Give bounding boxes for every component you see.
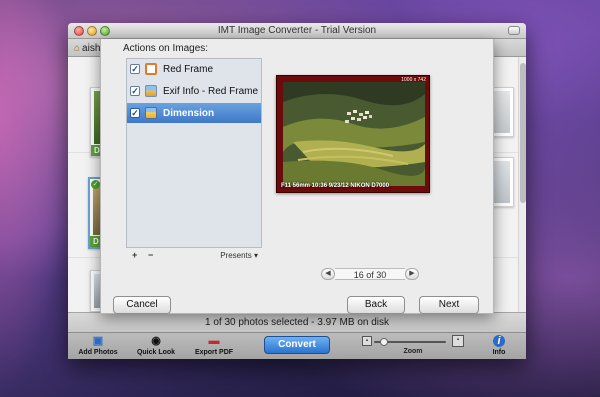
zoom-slider-knob[interactable] [380,338,388,346]
action-label: Exif Info - Red Frame [163,85,259,97]
action-checkbox[interactable]: ✓ [130,86,140,96]
add-photos-button[interactable]: ▣ Add Photos [76,335,120,356]
back-button[interactable]: Back [347,296,405,314]
pdf-icon: ▬ [208,335,220,347]
action-item-exif-info[interactable]: ✓ Exif Info - Red Frame [127,81,261,101]
zoom-window-button[interactable] [100,26,110,36]
scrollbar-thumb[interactable] [520,63,526,203]
dimension-image-icon [145,107,157,119]
remove-action-button[interactable]: − [148,250,153,260]
eye-icon: ◉ [151,335,161,347]
zoom-label: Zoom [403,348,423,355]
action-item-dimension[interactable]: ✓ Dimension [127,103,261,123]
toolbar-toggle-button[interactable] [508,26,520,35]
preview-size-tag: 1000 x 742 [401,77,426,83]
export-pdf-button[interactable]: ▬ Export PDF [190,335,238,356]
quick-look-label: Quick Look [136,349,176,356]
app-window: IMT Image Converter - Trial Version ⌂ ai… [68,23,526,359]
desktop-wallpaper [0,0,70,397]
thumbnail-image [492,161,510,203]
add-photos-label: Add Photos [78,349,118,356]
info-button[interactable]: i Info [482,335,516,356]
vertical-scrollbar[interactable] [518,57,526,312]
export-pdf-label: Export PDF [194,349,234,356]
previous-image-button[interactable]: ◀ [321,268,335,280]
selected-check-icon: ✓ [91,180,100,189]
preview-exif-text: F11 56mm 10:36 9/23/12 NIKON D7000 [281,183,390,189]
exif-image-icon [145,85,157,97]
zoom-slider[interactable] [374,338,446,346]
next-image-button[interactable]: ▶ [405,268,419,280]
minimize-window-button[interactable] [87,26,97,36]
zoom-in-icon[interactable]: ▪ [452,335,464,347]
action-checkbox[interactable]: ✓ [130,108,140,118]
add-photos-icon: ▣ [92,335,104,347]
zoom-control: ▪ ▪ Zoom [358,335,468,358]
info-icon: i [493,335,505,347]
bottom-toolbar: ▣ Add Photos ◉ Quick Look ▬ Export PDF C… [68,332,526,359]
actions-list-footer: + − Presents ▾ [126,249,262,263]
add-action-button[interactable]: + [132,250,137,260]
breadcrumb-label: aish [82,42,101,54]
quick-look-button[interactable]: ◉ Quick Look [134,335,178,356]
image-preview: 1000 x 742 F11 56mm 10:36 9/23/12 NIKON … [276,75,430,193]
window-title: IMT Image Converter - Trial Version [217,25,377,36]
page-indicator: 16 of 30 [335,268,405,280]
next-button[interactable]: Next [419,296,479,314]
action-checkbox[interactable]: ✓ [130,64,140,74]
action-item-red-frame[interactable]: ✓ Red Frame [127,59,261,79]
actions-list: ✓ Red Frame ✓ Exif Info - Red Frame ✓ Di… [126,58,262,248]
preview-pager: ◀ 16 of 30 ▶ [321,268,419,280]
info-label: Info [492,349,506,356]
preview-photo [283,82,425,186]
sheet-heading: Actions on Images: [123,43,209,54]
zoom-out-icon[interactable]: ▪ [362,336,372,346]
title-bar: IMT Image Converter - Trial Version [68,23,526,39]
breadcrumb[interactable]: ⌂ aish [74,42,100,54]
convert-button[interactable]: Convert [264,336,330,354]
presets-popup[interactable]: Presents ▾ [220,251,258,260]
actions-sheet: Actions on Images: ✓ Red Frame ✓ Exif In… [100,39,494,314]
thumbnail-image [492,91,510,133]
status-bar: 1 of 30 photos selected - 3.97 MB on dis… [68,312,526,332]
action-label: Red Frame [163,63,214,75]
close-window-button[interactable] [74,26,84,36]
cancel-button[interactable]: Cancel [113,296,171,314]
home-folder-icon: ⌂ [74,42,81,54]
landscape-photo [283,82,425,186]
frame-icon [145,63,157,75]
action-label: Dimension [163,107,215,119]
